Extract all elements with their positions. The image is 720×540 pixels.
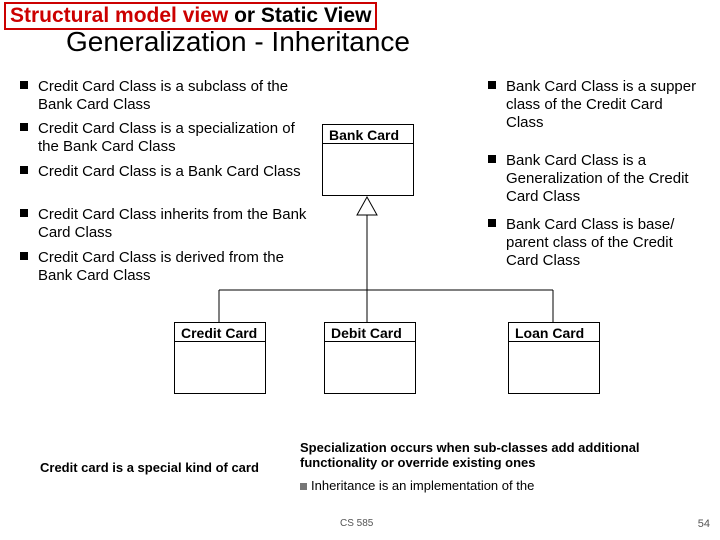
left-bullet-2: Credit Card Class is a specialization of… [20,120,310,156]
bullet-text: Bank Card Class is a Generalization of t… [506,152,698,206]
bullet-text: Credit Card Class is a Bank Card Class [38,163,320,181]
left-bullet-1: Credit Card Class is a subclass of the B… [20,78,320,114]
left-bullet-4: Credit Card Class inherits from the Bank… [20,206,320,242]
bullet-text: Credit Card Class is a specialization of… [38,120,310,156]
footer-right-bullet-text: Inheritance is an implementation of the [311,478,534,493]
header-black: or Static View [228,4,371,27]
bullet-text: Bank Card Class is base/ parent class of… [506,216,698,270]
bullet-text: Credit Card Class is a subclass of the B… [38,78,320,114]
page-number: 54 [698,518,710,530]
bullet-icon [20,123,28,131]
bullet-icon [488,219,496,227]
bullet-text: Credit Card Class inherits from the Bank… [38,206,320,242]
right-bullet-3: Bank Card Class is base/ parent class of… [488,216,698,270]
class-box-debit: Debit Card [324,322,416,394]
class-box-credit: Credit Card [174,322,266,394]
bullet-icon [300,483,307,490]
class-label: Loan Card [509,323,599,342]
class-box-loan: Loan Card [508,322,600,394]
course-code: CS 585 [340,518,373,529]
class-label: Credit Card [175,323,265,342]
class-box-bank: Bank Card [322,124,414,196]
class-label: Debit Card [325,323,415,342]
right-bullet-1: Bank Card Class is a supper class of the… [488,78,698,132]
slide-root: Structural model view or Static View Gen… [0,0,720,540]
footer-left: Credit card is a special kind of card [40,460,270,475]
bullet-text: Bank Card Class is a supper class of the… [506,78,698,132]
class-label: Bank Card [323,125,413,144]
bullet-icon [488,155,496,163]
bullet-icon [20,209,28,217]
right-bullet-2: Bank Card Class is a Generalization of t… [488,152,698,206]
bullet-icon [488,81,496,89]
bullet-text: Credit Card Class is derived from the Ba… [38,249,320,285]
bullet-icon [20,252,28,260]
left-bullet-5: Credit Card Class is derived from the Ba… [20,249,320,285]
bullet-icon [20,166,28,174]
footer-right-bullet: Inheritance is an implementation of the [300,478,690,493]
bullet-icon [20,81,28,89]
footer-right-bold: Specialization occurs when sub-classes a… [300,440,690,470]
left-bullet-3: Credit Card Class is a Bank Card Class [20,163,320,181]
page-title: Generalization - Inheritance [66,26,410,58]
header-red: Structural model view [10,4,228,27]
